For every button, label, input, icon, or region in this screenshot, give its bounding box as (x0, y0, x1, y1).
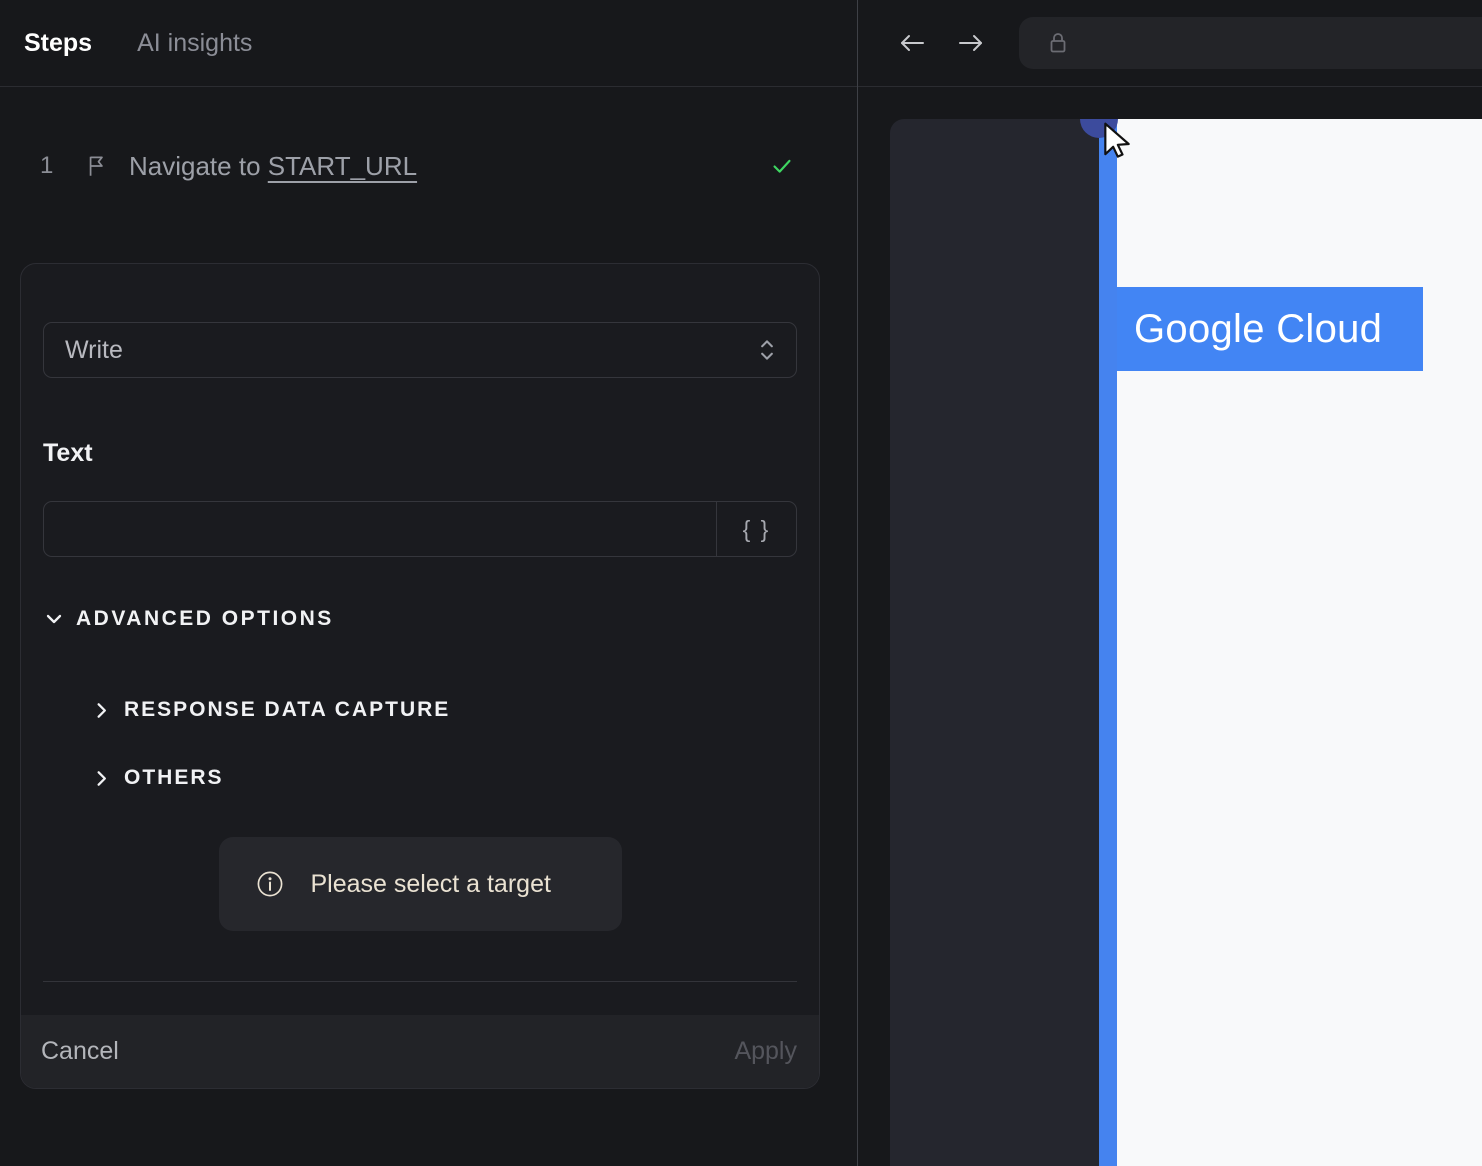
lock-icon (1045, 28, 1071, 58)
page-content-clip: Google Cloud (890, 119, 1482, 1166)
forward-button[interactable] (955, 29, 987, 57)
select-target-hint: Please select a target (218, 837, 622, 931)
step-number: 1 (40, 152, 54, 179)
page-dark-sidebar (890, 119, 1099, 1166)
page-viewport[interactable]: Google Cloud (858, 87, 1482, 1166)
element-highlight-strip (1099, 119, 1117, 1166)
cancel-button[interactable]: Cancel (41, 1037, 119, 1066)
chevron-right-icon (91, 768, 112, 789)
advanced-options-toggle[interactable]: ADVANCED OPTIONS (43, 604, 797, 634)
response-data-capture-toggle[interactable]: RESPONSE DATA CAPTURE (43, 695, 797, 725)
google-cloud-label: Google Cloud (1134, 306, 1383, 351)
action-type-select[interactable]: Write (43, 322, 797, 378)
url-bar[interactable] (1019, 17, 1482, 69)
chevron-right-icon (91, 700, 112, 721)
apply-button[interactable]: Apply (734, 1037, 797, 1066)
advanced-options-label: ADVANCED OPTIONS (76, 607, 334, 630)
insert-variable-button[interactable]: { } (716, 502, 796, 556)
step-config-card: Write Text { } ADVANCED OPTIONS RESPONSE… (20, 263, 820, 1089)
step-row[interactable]: 1 Navigate to START_URL (0, 146, 857, 186)
browser-preview-panel: Google Cloud (858, 0, 1482, 1166)
others-label: OTHERS (124, 766, 224, 789)
step-success-check-icon (768, 152, 796, 180)
tab-steps[interactable]: Steps (24, 29, 92, 58)
chevron-down-icon (43, 608, 65, 630)
step-title-text: Navigate to (129, 150, 261, 181)
google-cloud-logo-block[interactable]: Google Cloud (1117, 287, 1423, 371)
response-data-capture-label: RESPONSE DATA CAPTURE (124, 698, 451, 721)
text-input[interactable] (44, 502, 716, 556)
back-button[interactable] (896, 29, 928, 57)
text-field-label: Text (43, 439, 93, 467)
card-footer: Cancel Apply (21, 1015, 819, 1088)
card-divider (43, 981, 797, 982)
page-body (1117, 119, 1482, 1166)
panel-tab-bar: Steps AI insights (0, 0, 857, 87)
text-input-group: { } (43, 501, 797, 557)
flag-icon (83, 153, 109, 179)
info-icon (255, 869, 285, 899)
url-input[interactable] (1085, 29, 1482, 57)
app-root: Steps AI insights 1 Navigate to START_UR… (0, 0, 1482, 1166)
step-title: Navigate to START_URL (129, 151, 417, 182)
others-toggle[interactable]: OTHERS (43, 763, 797, 793)
action-type-value: Write (65, 335, 123, 364)
select-target-hint-text: Please select a target (310, 869, 551, 898)
start-url-link[interactable]: START_URL (268, 151, 417, 181)
chevron-up-down-icon (756, 336, 778, 364)
step-config-body: Write Text { } ADVANCED OPTIONS RESPONSE… (21, 264, 819, 982)
browser-toolbar (858, 0, 1482, 87)
tab-ai-insights[interactable]: AI insights (137, 29, 252, 58)
step-editor-panel: Steps AI insights 1 Navigate to START_UR… (0, 0, 858, 1166)
